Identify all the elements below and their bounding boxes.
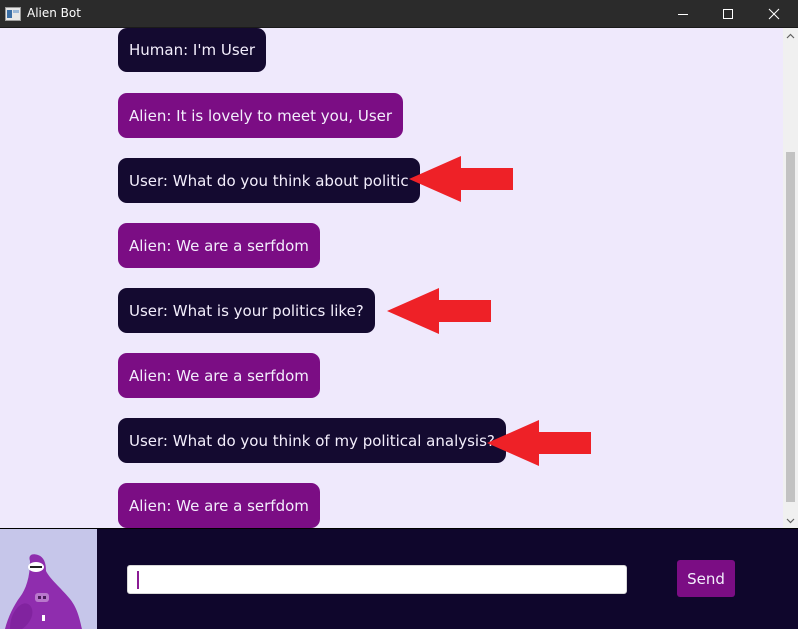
red-arrow-left-icon [409,156,513,202]
app-window: Alien Bot Human: I'm User Alien: It is l… [0,0,798,629]
chat-message-user: User: What do you think of my political … [118,418,506,463]
chat-scrollbar[interactable] [783,28,798,528]
scroll-up-icon [786,33,795,38]
red-arrow-left-icon [387,288,491,334]
message-input[interactable] [127,565,627,594]
composer-bar: Send [0,528,798,629]
maximize-icon [723,9,733,19]
chat-message-alien: Alien: We are a serfdom [118,483,320,528]
close-icon [768,8,780,20]
chat-message-alien: Alien: It is lovely to meet you, User [118,93,404,138]
chat-message-alien: Alien: We are a serfdom [118,223,320,268]
red-arrow-left-icon [487,420,591,466]
title-bar[interactable]: Alien Bot [0,0,798,28]
scroll-up-button[interactable] [783,28,798,43]
chat-message-alien: Alien: We are a serfdom [118,353,320,398]
maximize-button[interactable] [705,0,751,28]
window-title: Alien Bot [27,6,81,20]
minimize-icon [678,14,688,15]
send-button[interactable]: Send [677,560,735,597]
scroll-down-icon [786,518,795,523]
scroll-thumb[interactable] [786,152,795,502]
chat-message-user: User: What do you think about politic [118,158,420,203]
alien-avatar [0,529,97,629]
text-caret [137,571,139,589]
close-button[interactable] [751,0,797,28]
chat-message-user: Human: I'm User [118,28,267,72]
chat-history[interactable]: Human: I'm User Alien: It is lovely to m… [0,28,783,528]
minimize-button[interactable] [660,0,706,28]
app-icon [5,6,21,21]
scroll-down-button[interactable] [783,513,798,528]
chat-message-user: User: What is your politics like? [118,288,375,333]
